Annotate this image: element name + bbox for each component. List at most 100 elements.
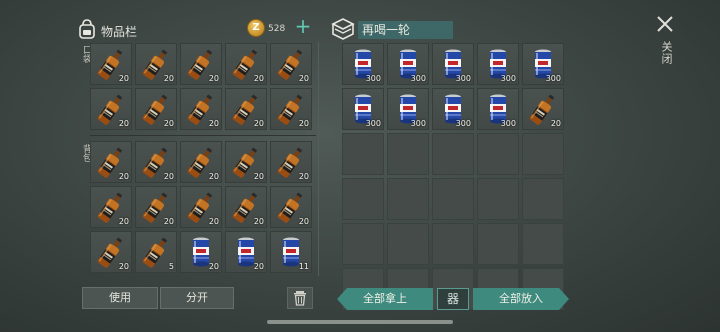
- container-slot[interactable]: 300: [342, 88, 384, 130]
- container-slot[interactable]: [432, 223, 474, 265]
- item-quantity: 5: [168, 262, 174, 271]
- item-quantity: 20: [298, 217, 309, 226]
- pocket-slot[interactable]: 20: [180, 88, 222, 130]
- item-quantity: 300: [365, 119, 381, 128]
- item-quantity: 20: [550, 119, 561, 128]
- backpack-slot[interactable]: 20: [180, 186, 222, 228]
- container-slot[interactable]: 300: [477, 88, 519, 130]
- pocket-slot[interactable]: 20: [225, 43, 267, 85]
- inventory-title: 物品栏: [101, 25, 138, 39]
- container-slot[interactable]: [477, 133, 519, 175]
- split-button[interactable]: 分开: [160, 287, 234, 309]
- pocket-slot[interactable]: 20: [90, 43, 132, 85]
- item-quantity: 300: [365, 74, 381, 83]
- item-quantity: 300: [455, 119, 471, 128]
- trash-icon: [294, 291, 306, 306]
- pocket-slot[interactable]: 20: [135, 88, 177, 130]
- item-quantity: 300: [410, 74, 426, 83]
- item-quantity: 20: [298, 74, 309, 83]
- item-quantity: 20: [118, 172, 129, 181]
- pocket-backpack-divider: [90, 135, 316, 136]
- home-indicator: [267, 320, 453, 324]
- item-quantity: 20: [253, 74, 264, 83]
- pocket-slot[interactable]: 20: [90, 88, 132, 130]
- item-quantity: 20: [298, 172, 309, 181]
- close-icon[interactable]: [656, 15, 674, 33]
- item-quantity: 20: [163, 172, 174, 181]
- backpack-slot[interactable]: 20: [270, 141, 312, 183]
- container-slot[interactable]: 300: [522, 43, 564, 85]
- container-slot[interactable]: [342, 223, 384, 265]
- put-all-button[interactable]: 全部放入: [473, 288, 569, 310]
- container-slot[interactable]: 300: [432, 88, 474, 130]
- trash-button[interactable]: [287, 287, 313, 309]
- item-quantity: 20: [253, 262, 264, 271]
- container-slot[interactable]: [387, 133, 429, 175]
- backpack-slot[interactable]: 20: [135, 186, 177, 228]
- backpack-slot[interactable]: 11: [270, 231, 312, 273]
- container-slot[interactable]: 300: [342, 43, 384, 85]
- item-quantity: 20: [163, 217, 174, 226]
- container-slot[interactable]: 300: [387, 88, 429, 130]
- item-quantity: 20: [208, 172, 219, 181]
- container-slot[interactable]: [522, 178, 564, 220]
- sort-button[interactable]: 器: [437, 288, 469, 310]
- item-quantity: 20: [118, 262, 129, 271]
- backpack-icon: [79, 19, 95, 39]
- item-quantity: 11: [298, 262, 309, 271]
- add-coins-button[interactable]: +: [293, 16, 313, 37]
- container-slot[interactable]: [387, 178, 429, 220]
- pocket-slot[interactable]: 20: [270, 43, 312, 85]
- item-quantity: 20: [253, 119, 264, 128]
- item-quantity: 20: [253, 217, 264, 226]
- item-quantity: 20: [298, 119, 309, 128]
- backpack-slot[interactable]: 20: [135, 141, 177, 183]
- close-button-label[interactable]: 关闭: [658, 41, 674, 65]
- backpack-slot[interactable]: 5: [135, 231, 177, 273]
- container-slot[interactable]: [432, 178, 474, 220]
- container-slot[interactable]: 20: [522, 88, 564, 130]
- backpack-slot[interactable]: 20: [225, 141, 267, 183]
- container-slot[interactable]: [477, 223, 519, 265]
- pocket-slot[interactable]: 20: [270, 88, 312, 130]
- container-slot[interactable]: [432, 133, 474, 175]
- item-quantity: 300: [455, 74, 471, 83]
- container-slot[interactable]: [342, 178, 384, 220]
- item-quantity: 20: [253, 172, 264, 181]
- container-slot[interactable]: 300: [432, 43, 474, 85]
- coin-icon: Z: [247, 19, 265, 37]
- take-all-button[interactable]: 全部拿上: [337, 288, 433, 310]
- backpack-slot[interactable]: 20: [90, 186, 132, 228]
- use-button[interactable]: 使用: [82, 287, 158, 309]
- item-quantity: 300: [500, 74, 516, 83]
- item-quantity: 300: [410, 119, 426, 128]
- backpack-slot[interactable]: 20: [90, 231, 132, 273]
- pocket-slot[interactable]: 20: [135, 43, 177, 85]
- container-box-icon: [331, 18, 355, 40]
- container-slot[interactable]: [342, 133, 384, 175]
- coin-amount: 528: [268, 24, 286, 34]
- container-slot[interactable]: [522, 223, 564, 265]
- backpack-slot[interactable]: 20: [180, 141, 222, 183]
- backpack-slot[interactable]: 20: [90, 141, 132, 183]
- item-quantity: 20: [208, 74, 219, 83]
- backpack-slot[interactable]: 20: [180, 231, 222, 273]
- container-slot[interactable]: 300: [387, 43, 429, 85]
- item-quantity: 20: [163, 74, 174, 83]
- container-slot[interactable]: [477, 178, 519, 220]
- backpack-slot[interactable]: 20: [225, 186, 267, 228]
- backpack-slot[interactable]: 20: [270, 186, 312, 228]
- item-quantity: 20: [163, 119, 174, 128]
- container-slot[interactable]: [522, 133, 564, 175]
- item-quantity: 20: [208, 217, 219, 226]
- container-slot[interactable]: [387, 223, 429, 265]
- item-quantity: 300: [500, 119, 516, 128]
- item-quantity: 20: [208, 262, 219, 271]
- pocket-slot[interactable]: 20: [225, 88, 267, 130]
- container-slot[interactable]: 300: [477, 43, 519, 85]
- item-quantity: 20: [208, 119, 219, 128]
- item-quantity: 300: [545, 74, 561, 83]
- pocket-slot[interactable]: 20: [180, 43, 222, 85]
- backpack-slot[interactable]: 20: [225, 231, 267, 273]
- item-quantity: 20: [118, 74, 129, 83]
